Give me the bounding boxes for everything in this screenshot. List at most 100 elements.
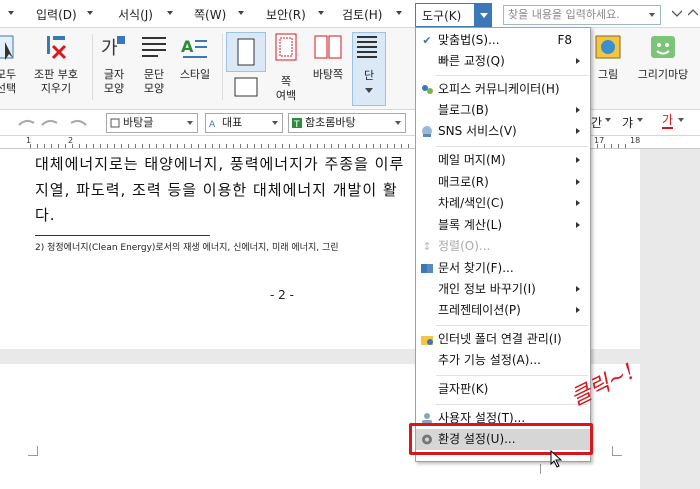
menu-review[interactable]: 검토(H) bbox=[342, 4, 382, 26]
para-shape-icon bbox=[142, 37, 166, 57]
picture-icon bbox=[595, 35, 621, 59]
menu-item-sort[interactable]: ↕ 정렬(O)... bbox=[416, 236, 590, 257]
master-page-icon bbox=[314, 35, 342, 59]
menu-item-toc-index[interactable]: 차례/색인(C) bbox=[416, 193, 590, 214]
document-area: 대체에너지로는 태양에너지, 풍력에너지가 주종을 이루 지열, 파도력, 조력… bbox=[0, 149, 700, 489]
style-icon: A bbox=[181, 37, 207, 58]
menu-separator bbox=[436, 375, 588, 376]
menu-item-personal-info[interactable]: 개인 정보 바꾸기(I) bbox=[416, 279, 590, 300]
ribbon: 모두 선택 조판 부호 지우기 가 글자 모양 문단 모양 A 스타일 쪽 여백… bbox=[0, 28, 700, 110]
search-placeholder: 찾을 내용을 입력하세요. bbox=[508, 8, 620, 21]
page-orientation-button[interactable] bbox=[226, 32, 266, 72]
menu-input-arrow[interactable] bbox=[87, 11, 93, 15]
page-margin-label2: 여백 bbox=[275, 89, 297, 102]
ruler: 1 2 17 18 bbox=[0, 136, 700, 149]
internet-folder-icon bbox=[421, 336, 433, 345]
menu-item-block-calc[interactable]: 블록 계산(L) bbox=[416, 215, 590, 236]
body-text-line: 다. bbox=[35, 206, 56, 224]
menu-item-keyboard[interactable]: 글자판(K) bbox=[416, 379, 590, 400]
svg-text:T: T bbox=[293, 120, 300, 128]
ruler-number: 18 bbox=[630, 136, 641, 145]
redo-icon[interactable] bbox=[62, 116, 90, 130]
ribbon-separator bbox=[92, 34, 93, 100]
menu-item-office-communicator[interactable]: 오피스 커뮤니케이터(H) bbox=[416, 79, 590, 100]
font-icon: T bbox=[292, 118, 302, 128]
menu-item-quick-correct[interactable]: 빠른 교정(Q) bbox=[416, 51, 590, 72]
chevron-down-icon[interactable] bbox=[637, 118, 643, 122]
menu-security[interactable]: 보안(R) bbox=[266, 4, 306, 26]
menu-security-arrow[interactable] bbox=[318, 11, 324, 15]
chevron-down-icon[interactable] bbox=[649, 13, 655, 17]
select-all-button[interactable]: 모두 선택 bbox=[0, 32, 26, 104]
chevron-down-icon bbox=[395, 121, 401, 125]
clear-formatting-label1: 조판 부호 bbox=[34, 68, 78, 81]
style-list-icon bbox=[110, 118, 120, 128]
submenu-arrow-icon bbox=[576, 200, 580, 206]
svg-text:A: A bbox=[209, 120, 216, 128]
chevron-down-icon bbox=[187, 121, 193, 125]
master-page-button[interactable]: 바탕쪽 bbox=[306, 32, 350, 104]
menu-item-blog[interactable]: 블로그(B) bbox=[416, 100, 590, 121]
char-shape-button[interactable]: 가 글자 모양 bbox=[94, 32, 134, 104]
menu-item-addon-settings[interactable]: 추가 기능 설정(A)... bbox=[416, 350, 590, 371]
font-select-value: 함초롬바탕 bbox=[305, 116, 356, 129]
menu-item-find-document[interactable]: 문서 찾기(F)... bbox=[416, 258, 590, 279]
para-shape-label1: 문단 bbox=[143, 68, 165, 81]
page-margin-button[interactable]: 쪽 여백 bbox=[266, 32, 306, 104]
menu-page[interactable]: 쪽(W) bbox=[194, 4, 226, 26]
body-text-line: 대체에너지로는 태양에너지, 풍력에너지가 주종을 이루 bbox=[35, 155, 405, 173]
column-label: 단 bbox=[363, 69, 375, 82]
svg-text:A: A bbox=[181, 37, 194, 56]
style-select[interactable]: 바탕글 bbox=[106, 113, 198, 133]
submenu-arrow-icon bbox=[576, 128, 580, 134]
submenu-arrow-icon bbox=[576, 107, 580, 113]
menu-input[interactable]: 입력(D) bbox=[36, 4, 77, 26]
select-all-icon bbox=[0, 35, 14, 60]
font-group-select[interactable]: A 대표 bbox=[205, 113, 283, 133]
page-corner-mark bbox=[540, 464, 550, 474]
collapse-icon[interactable] bbox=[688, 8, 698, 18]
menu-separator bbox=[436, 404, 588, 405]
picture-button[interactable]: 그림 bbox=[590, 32, 626, 104]
submenu-arrow-icon bbox=[576, 179, 580, 185]
menu-item-spellcheck[interactable]: ✔ 맞춤법(S)... F8 bbox=[416, 30, 590, 51]
toolbar-settings-icon[interactable] bbox=[672, 8, 682, 18]
menu-item-presentation[interactable]: 프레젠테이션(P) bbox=[416, 300, 590, 321]
menu-item-sns[interactable]: SNS 서비스(V) bbox=[416, 121, 590, 142]
page-margin-icon bbox=[275, 33, 297, 61]
page-landscape-button[interactable] bbox=[226, 74, 266, 104]
font-size-down-icon[interactable]: 갸 bbox=[622, 114, 633, 131]
menu-page-arrow[interactable] bbox=[238, 11, 244, 15]
page-corner-mark bbox=[612, 446, 622, 456]
para-shape-button[interactable]: 문단 모양 bbox=[134, 32, 174, 104]
undo-icon[interactable] bbox=[16, 116, 60, 130]
menu-format-arrow[interactable] bbox=[167, 11, 173, 15]
page-portrait-icon bbox=[237, 38, 255, 66]
sort-icon: ↕ bbox=[422, 240, 432, 253]
column-icon bbox=[357, 36, 377, 58]
font-group-value: 대표 bbox=[222, 116, 243, 129]
master-page-label: 바탕쪽 bbox=[312, 68, 344, 81]
submenu-arrow-icon bbox=[576, 157, 580, 163]
menu-item-internet-folder[interactable]: 인터넷 폴더 연결 관리(I) bbox=[416, 329, 590, 350]
search-input[interactable]: 찾을 내용을 입력하세요. bbox=[503, 5, 661, 25]
menu-tools-arrow[interactable] bbox=[474, 3, 492, 27]
clear-formatting-button[interactable]: 조판 부호 지우기 bbox=[28, 32, 84, 104]
chevron-down-icon[interactable] bbox=[678, 118, 684, 122]
style-label: 스타일 bbox=[179, 68, 211, 81]
font-select[interactable]: T 함초롬바탕 bbox=[288, 113, 406, 133]
text-color-icon[interactable]: 가 bbox=[662, 113, 674, 129]
menu-separator bbox=[436, 75, 588, 76]
menu-format[interactable]: 서식(J) bbox=[118, 4, 153, 26]
chevron-down-icon[interactable] bbox=[605, 118, 611, 122]
style-button[interactable]: A 스타일 bbox=[175, 32, 215, 104]
menu-separator bbox=[436, 146, 588, 147]
menu-review-arrow[interactable] bbox=[396, 11, 402, 15]
tools-dropdown-menu: ✔ 맞춤법(S)... F8 빠른 교정(Q) 오피스 커뮤니케이터(H) 블로… bbox=[415, 27, 591, 462]
menu-item-mail-merge[interactable]: 메일 머지(M) bbox=[416, 150, 590, 171]
clipart-button[interactable]: 그리기마당 bbox=[630, 32, 696, 104]
menu-item-macro[interactable]: 매크로(R) bbox=[416, 172, 590, 193]
ruler-number: 17 bbox=[594, 136, 605, 145]
font-size-up-icon[interactable]: 간 bbox=[591, 114, 602, 131]
column-button[interactable]: 단 bbox=[352, 32, 386, 106]
